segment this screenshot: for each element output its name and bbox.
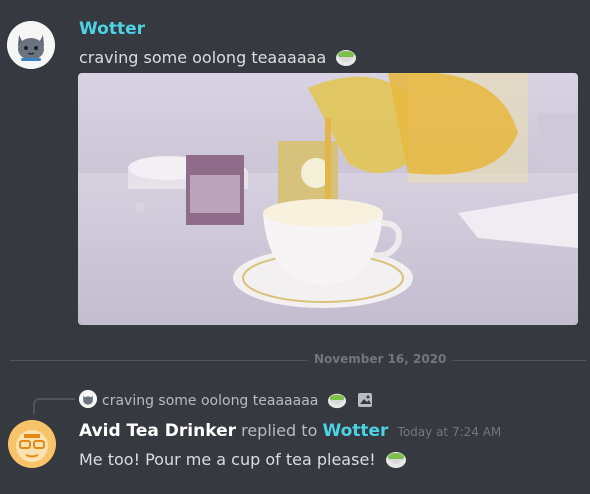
date-divider-line	[10, 360, 586, 361]
message2-header: Avid Tea Drinker replied to Wotter Today…	[79, 421, 501, 441]
reply-preview-content[interactable]: craving some oolong teaaaaaa	[102, 391, 373, 413]
anime-tea-pouring-image	[78, 73, 578, 325]
gray-cat-icon	[7, 21, 55, 69]
gray-cat-avatar-small-icon	[79, 390, 97, 408]
avid-tea-drinker-avatar[interactable]	[8, 420, 56, 468]
green-tea-emoji-icon	[385, 449, 407, 473]
tea-image-attachment[interactable]	[78, 73, 578, 325]
green-tea-emoji-icon	[335, 47, 357, 71]
image-attachment-icon	[357, 392, 373, 412]
message1-author[interactable]: Wotter	[79, 19, 145, 39]
message2-text: Me too! Pour me a cup of tea please!	[79, 450, 376, 469]
message2-timestamp[interactable]: Today at 7:24 AM	[398, 425, 502, 439]
replied-to-user[interactable]: Wotter	[322, 421, 388, 441]
reply-preview-avatar[interactable]	[79, 390, 97, 408]
message2-author[interactable]: Avid Tea Drinker	[79, 421, 236, 441]
message2-content: Me too! Pour me a cup of tea please!	[79, 449, 407, 473]
message1-text: craving some oolong teaaaaaa	[79, 48, 327, 67]
reply-preview-text: craving some oolong teaaaaaa	[102, 393, 319, 409]
replied-to-text: replied to	[241, 421, 318, 440]
reply-spine	[33, 398, 75, 414]
green-tea-emoji-small-icon	[327, 391, 347, 413]
orange-bear-icon	[8, 420, 56, 468]
message1-content: craving some oolong teaaaaaa	[79, 47, 357, 71]
wotter-avatar[interactable]	[7, 21, 55, 69]
date-divider-label: November 16, 2020	[308, 352, 453, 366]
